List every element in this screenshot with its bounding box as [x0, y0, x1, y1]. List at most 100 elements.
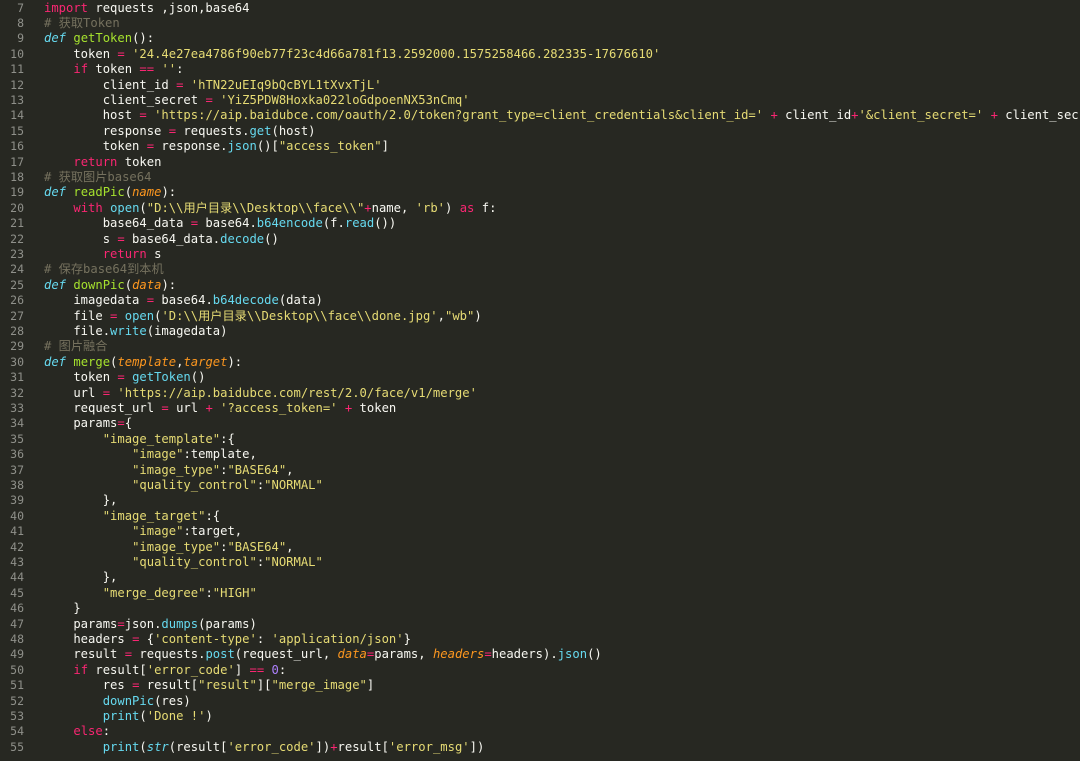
code-token: =	[117, 46, 125, 61]
code-line[interactable]: 29 # 图片融合	[0, 339, 1080, 354]
code-line[interactable]: 9 def getToken():	[0, 31, 1080, 46]
code-text: },	[44, 570, 118, 585]
code-line[interactable]: 37 "image_type":"BASE64",	[0, 463, 1080, 478]
code-token: write	[110, 323, 147, 338]
code-line[interactable]: 27 file = open('D:\\用户目录\\Desktop\\face\…	[0, 309, 1080, 324]
code-line[interactable]: 44 },	[0, 570, 1080, 585]
line-number: 12	[10, 77, 24, 92]
code-token: ):	[161, 185, 177, 200]
code-line[interactable]: 36 "image":template,	[0, 447, 1080, 462]
code-line[interactable]: 11 if token == '':	[0, 62, 1080, 77]
code-line[interactable]: 7 import requests ,json,base64	[0, 1, 1080, 16]
code-line[interactable]: 10 token = '24.4e27ea4786f90eb77f23c4d66…	[0, 47, 1080, 62]
line-number: 36	[10, 447, 24, 462]
code-text: s = base64_data.decode()	[44, 232, 279, 247]
code-line[interactable]: 28 file.write(imagedata)	[0, 324, 1080, 339]
code-token: getToken	[73, 31, 133, 46]
code-line[interactable]: 49 result = requests.post(request_url, d…	[0, 647, 1080, 662]
code-token: '?access_token='	[220, 400, 338, 415]
code-token: base64_data	[44, 216, 191, 231]
code-token: 'application/json'	[271, 631, 404, 646]
code-line[interactable]: 53 print('Done !')	[0, 709, 1080, 724]
code-line[interactable]: 46 }	[0, 601, 1080, 616]
code-token: token	[88, 62, 140, 77]
code-token: base64.	[198, 216, 257, 231]
code-line[interactable]: 22 s = base64_data.decode()	[0, 232, 1080, 247]
code-line[interactable]: 39 },	[0, 493, 1080, 508]
code-token: ])	[469, 739, 485, 754]
code-token: base64.	[154, 293, 213, 308]
code-line[interactable]: 31 token = getToken()	[0, 370, 1080, 385]
code-line[interactable]: 51 res = result["result"]["merge_image"]	[0, 678, 1080, 693]
code-token: (imagedata)	[146, 323, 228, 338]
code-token: ):	[161, 277, 177, 292]
code-line[interactable]: 20 with open("D:\\用户目录\\Desktop\\face\\"…	[0, 201, 1080, 216]
code-token: ]	[366, 678, 375, 693]
code-line[interactable]: 21 base64_data = base64.b64encode(f.read…	[0, 216, 1080, 231]
code-line[interactable]: 48 headers = {'content-type': 'applicati…	[0, 632, 1080, 647]
code-line[interactable]: 33 request_url = url + '?access_token=' …	[0, 401, 1080, 416]
line-number: 8	[17, 15, 24, 30]
code-line[interactable]: 43 "quality_control":"NORMAL"	[0, 555, 1080, 570]
code-line[interactable]: 41 "image":target,	[0, 524, 1080, 539]
code-line[interactable]: 17 return token	[0, 155, 1080, 170]
code-token: "merge_degree"	[102, 585, 206, 600]
code-line[interactable]: 30 def merge(template,target):	[0, 355, 1080, 370]
code-line[interactable]: 19 def readPic(name):	[0, 185, 1080, 200]
code-token: +	[364, 200, 372, 215]
code-line[interactable]: 45 "merge_degree":"HIGH"	[0, 586, 1080, 601]
code-token: +	[330, 739, 338, 754]
code-line[interactable]: 34 params={	[0, 416, 1080, 431]
code-line[interactable]: 42 "image_type":"BASE64",	[0, 540, 1080, 555]
code-token: 'D:\\用户目录\\Desktop\\face\\done.jpg'	[161, 308, 438, 323]
code-line[interactable]: 16 token = response.json()["access_token…	[0, 139, 1080, 154]
code-line[interactable]: 38 "quality_control":"NORMAL"	[0, 478, 1080, 493]
code-line[interactable]: 32 url = 'https://aip.baidubce.com/rest/…	[0, 386, 1080, 401]
code-token: "HIGH"	[212, 585, 257, 600]
code-line[interactable]: 15 response = requests.get(host)	[0, 124, 1080, 139]
code-line[interactable]: 54 else:	[0, 724, 1080, 739]
code-token: 0	[271, 662, 279, 677]
code-line[interactable]: 14 host = 'https://aip.baidubce.com/oaut…	[0, 108, 1080, 123]
code-line[interactable]: 35 "image_template":{	[0, 432, 1080, 447]
code-text: print('Done !')	[44, 709, 213, 724]
code-text: file.write(imagedata)	[44, 324, 227, 339]
code-line[interactable]: 8 # 获取Token	[0, 16, 1080, 31]
code-line[interactable]: 55 print(str(result['error_code'])+resul…	[0, 740, 1080, 755]
code-text: "image":target,	[44, 524, 242, 539]
code-line[interactable]: 24 # 保存base64到本机	[0, 262, 1080, 277]
code-editor[interactable]: 7 import requests ,json,base64 8 # 获取Token 9…	[0, 0, 1080, 761]
code-token: requests.	[132, 647, 206, 662]
code-text: request_url = url + '?access_token=' + t…	[44, 401, 396, 416]
code-token: getToken	[132, 370, 191, 385]
line-number: 50	[10, 662, 24, 677]
code-line[interactable]: 23 return s	[0, 247, 1080, 262]
code-line[interactable]: 13 client_secret = 'YiZ5PDW8Hoxka022loGd…	[0, 93, 1080, 108]
line-number: 27	[10, 308, 24, 323]
code-token: =	[124, 647, 133, 662]
line-number: 18	[10, 169, 24, 184]
code-line[interactable]: 25 def downPic(data):	[0, 278, 1080, 293]
code-line[interactable]: 52 downPic(res)	[0, 694, 1080, 709]
code-line[interactable]: 50 if result['error_code'] == 0:	[0, 663, 1080, 678]
code-token: import	[44, 0, 89, 15]
code-line[interactable]: 12 client_id = 'hTN22uEIq9bQcBYL1tXvxTjL…	[0, 78, 1080, 93]
code-line[interactable]: 26 imagedata = base64.b64decode(data)	[0, 293, 1080, 308]
code-text: import requests ,json,base64	[44, 1, 249, 16]
code-token: response.	[154, 139, 228, 154]
code-token: f:	[474, 200, 497, 215]
code-token: request_url	[44, 400, 162, 415]
code-token: +	[990, 108, 998, 123]
code-text: "image":template,	[44, 447, 257, 462]
code-line[interactable]: 40 "image_target":{	[0, 509, 1080, 524]
code-token: url	[44, 385, 103, 400]
code-token: )	[205, 708, 213, 723]
code-text: def downPic(data):	[44, 278, 176, 293]
code-token: # 获取Token	[44, 15, 120, 30]
code-line[interactable]: 18 # 获取图片base64	[0, 170, 1080, 185]
code-text: else:	[44, 724, 110, 739]
code-line[interactable]: 47 params=json.dumps(params)	[0, 617, 1080, 632]
